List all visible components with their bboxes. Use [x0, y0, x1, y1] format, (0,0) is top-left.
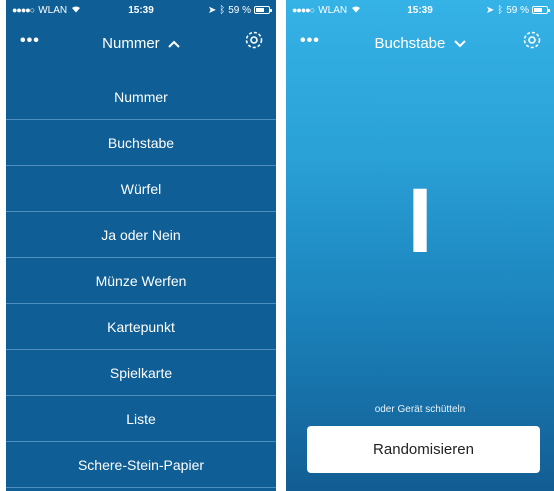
chevron-down-icon	[450, 35, 466, 52]
menu-item-nummer[interactable]: Nummer	[6, 74, 276, 120]
status-time: 15:39	[407, 4, 433, 16]
menu-item-wuerfel[interactable]: Würfel	[6, 166, 276, 212]
nav-bar: ••• Nummer	[6, 20, 276, 70]
status-bar: ●●●●○ WLAN 15:39 ➤ ᛒ 59 %	[6, 0, 276, 20]
nav-bar: ••• Buchstabe	[286, 20, 554, 70]
mode-title: Buchstabe	[374, 35, 446, 52]
result-letter: I	[407, 170, 433, 272]
menu-item-ja-oder-nein[interactable]: Ja oder Nein	[6, 212, 276, 258]
mode-menu: Nummer Buchstabe Würfel Ja oder Nein Mün…	[6, 74, 276, 488]
menu-item-buchstabe[interactable]: Buchstabe	[6, 120, 276, 166]
chevron-up-icon	[164, 35, 180, 52]
menu-item-schere-stein-papier[interactable]: Schere-Stein-Papier	[6, 442, 276, 488]
settings-gear-icon[interactable]	[520, 28, 544, 52]
left-screen: ●●●●○ WLAN 15:39 ➤ ᛒ 59 % ••• Nummer Num…	[6, 0, 276, 491]
menu-item-liste[interactable]: Liste	[6, 396, 276, 442]
menu-item-muenze-werfen[interactable]: Münze Werfen	[6, 258, 276, 304]
settings-gear-icon[interactable]	[242, 28, 266, 52]
battery-icon	[532, 6, 550, 14]
mode-title: Nummer	[102, 35, 160, 52]
mode-selector[interactable]: Nummer	[6, 35, 276, 52]
menu-item-kartepunkt[interactable]: Kartepunkt	[6, 304, 276, 350]
shake-hint: oder Gerät schütteln	[374, 404, 466, 415]
battery-icon	[254, 6, 272, 14]
menu-item-spielkarte[interactable]: Spielkarte	[6, 350, 276, 396]
mode-selector[interactable]: Buchstabe	[286, 35, 554, 52]
status-time: 15:39	[128, 4, 154, 16]
randomize-button[interactable]: Randomisieren	[307, 426, 540, 473]
right-screen: ●●●●○ WLAN 15:39 ➤ ᛒ 59 % ••• Buchstabe …	[286, 0, 554, 491]
status-bar: ●●●●○ WLAN 15:39 ➤ ᛒ 59 %	[286, 0, 554, 20]
